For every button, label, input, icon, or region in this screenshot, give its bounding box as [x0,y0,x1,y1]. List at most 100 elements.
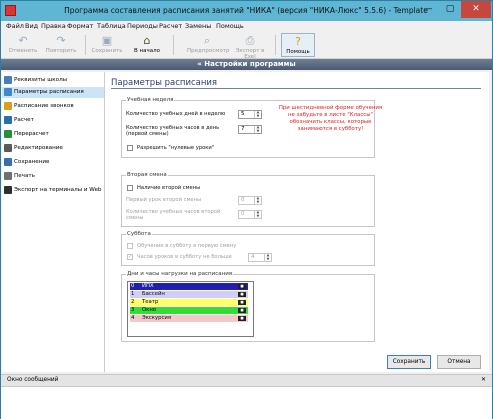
first-lesson-label: Первый урок второй смены [126,197,202,203]
menu-calc[interactable]: Расчет [159,22,182,30]
allow-zero-lessons-checkbox[interactable] [127,145,133,151]
nav-item-label: Печать [14,173,35,179]
title-divider [111,88,481,89]
nav-item-editing[interactable]: Редактирование [2,143,104,154]
second-shift-checkbox[interactable] [127,185,133,191]
saturday-max-hours-spinner[interactable]: 4 ▲ ▼ [248,253,272,262]
menu-table[interactable]: Таблица [97,22,126,30]
menu-periods[interactable]: Периоды [127,22,158,30]
days-label: Количество учебных дней в неделю [126,111,226,117]
preview-label: Предпросмотр [187,48,230,54]
first-lesson-spinner[interactable]: 0 ▲ ▼ [238,196,262,205]
color-picker-icon[interactable]: ■ [238,300,246,305]
menu-format[interactable]: Формат [67,22,93,30]
nav-item-label: Параметры расписания [14,89,84,95]
recalc-icon [4,129,12,138]
toolbar-separator [85,35,86,55]
row-number: 2 [131,299,135,305]
days-value: 5 [241,111,245,117]
save-icon: ▣ [101,34,113,47]
saturday-max-hours-checkbox[interactable]: ✓ [127,254,133,260]
nav-item-schedule-params[interactable]: Параметры расписания [2,87,104,98]
cancel-button[interactable]: Отмена [437,355,481,369]
spinner-arrows-icon[interactable]: ▲ ▼ [254,210,261,218]
maximize-button[interactable]: ▢ [439,1,461,18]
days-spinner[interactable]: 5 ▲ ▼ [238,110,262,119]
printer-icon: ⎙ [245,34,255,47]
bell-icon [4,101,12,110]
second-shift-group-label: Вторая смена [126,172,168,178]
menu-help[interactable]: Помощь [216,22,244,30]
list-item[interactable]: 0 ИПХ ■ [130,283,248,291]
settings-header-title: Настройки программы [204,60,296,68]
nav-item-label: Расписание звонков [14,103,74,109]
nav-item-label: Экспорт на терминалы и Web [14,187,102,193]
nav-item-label: Перерасчет [14,131,49,137]
spinner-arrows-icon[interactable]: ▲ ▼ [254,125,261,133]
help-button[interactable]: ? Помощь [281,33,315,57]
nav-item-bells[interactable]: Расписание звонков [2,101,104,112]
printer-icon [4,171,12,180]
home-label: В начало [134,48,160,54]
row-name: Бассейн [142,291,165,297]
nav-item-label: Расчет [14,117,34,123]
saturday-first-shift-checkbox[interactable] [127,243,133,249]
title-bar: Программа составления расписания занятий… [1,1,492,21]
settings-content: Параметры расписания Учебная неделя Коли… [105,72,489,372]
toolbar-separator [275,35,276,55]
hours-label: Количество учебных часов в день (первой … [126,125,220,137]
list-item[interactable]: 3 Окно ■ [130,307,248,315]
list-item[interactable]: 4 Экскурсия ■ [130,315,248,323]
list-item[interactable]: 2 Театр ■ [130,299,248,307]
undo-button[interactable]: ↶ Отменить [7,33,39,57]
color-picker-icon[interactable]: ■ [238,292,246,297]
menu-file[interactable]: Файл [6,22,24,30]
list-item[interactable]: 1 Бассейн ■ [130,291,248,299]
second-shift-label: Наличие второй смены [137,185,201,191]
color-picker-icon[interactable]: ■ [238,308,246,313]
calc-icon [4,115,12,124]
chevrons-icon: « [197,60,202,68]
settings-nav: Реквизиты школы Параметры расписания Рас… [2,72,105,372]
saturday-group: Суббота Обучение в субботу в первую смен… [121,231,375,266]
save-button[interactable]: Сохранить [387,355,431,369]
nav-item-saving[interactable]: Сохранение [2,157,104,168]
row-number: 3 [131,307,135,313]
hours-spinner[interactable]: 7 ▲ ▼ [238,125,262,134]
redo-label: Повторить [45,48,77,54]
spinner-arrows-icon[interactable]: ▲ ▼ [254,196,261,204]
preview-button[interactable]: ⌕ Предпросмотр [187,33,230,57]
undo-icon: ↶ [18,34,28,47]
spinner-arrows-icon[interactable]: ▲ ▼ [264,253,271,261]
help-label: Помощь [286,49,310,55]
nav-item-recalc[interactable]: Перерасчет [2,129,104,140]
nav-item-export-web[interactable]: Экспорт на терминалы и Web [2,185,104,196]
row-name: Экскурсия [142,315,172,321]
close-button[interactable]: ✕ [461,1,491,18]
menu-view[interactable]: Вид [25,22,38,30]
days-hours-group-label: Дни и часы нагрузки на расписания [126,271,234,277]
redo-button[interactable]: ↷ Повторить [43,33,79,57]
menu-bar: Файл Вид Правка Формат Таблица Периоды Р… [1,21,492,32]
menu-replacements[interactable]: Замены [185,22,211,30]
minimize-button[interactable]: — [417,1,439,18]
edit-icon [4,143,12,152]
save-icon [4,157,12,166]
menu-edit[interactable]: Правка [41,22,66,30]
color-picker-icon[interactable]: ■ [238,284,246,289]
nav-item-printing[interactable]: Печать [2,171,104,182]
nav-item-school[interactable]: Реквизиты школы [2,75,104,86]
spinner-arrows-icon[interactable]: ▲ ▼ [254,110,261,118]
saturday-note: При шестидневной форме обучения не забуд… [278,105,383,132]
second-shift-hours-spinner[interactable]: 0 ▲ ▼ [238,210,262,219]
app-window: Программа составления расписания занятий… [0,0,493,419]
help-icon: ? [295,35,301,48]
messages-bar: Окно сообщений ✕ [1,374,492,386]
undo-label: Отменить [8,48,38,54]
messages-close-icon[interactable]: ✕ [481,376,486,383]
home-button[interactable]: ⌂ В начало [129,33,165,57]
nav-item-calc[interactable]: Расчет [2,115,104,126]
export-excel-button[interactable]: ⎙ Экспорт в Exel [229,33,271,60]
color-picker-icon[interactable]: ■ [238,316,246,321]
save-toolbar-button[interactable]: ▣ Сохранить [89,33,125,57]
